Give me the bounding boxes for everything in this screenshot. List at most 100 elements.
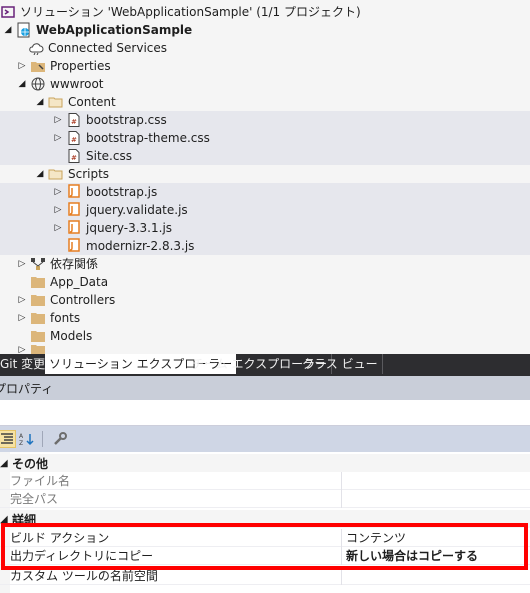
property-row-full-path[interactable]: 完全パス	[0, 490, 530, 508]
tree-item-label: Site.css	[86, 149, 132, 163]
property-value[interactable]	[346, 472, 530, 490]
tree-item-bootstrap-css[interactable]: ▷ # bootstrap.css	[0, 111, 530, 129]
svg-text:#: #	[71, 154, 77, 162]
tree-item-label: Models	[50, 329, 93, 343]
js-file-icon	[66, 202, 82, 218]
tree-item-label: bootstrap.css	[86, 113, 167, 127]
tree-item-label: wwwroot	[50, 77, 104, 91]
css-file-icon: #	[66, 112, 82, 128]
collapsed-arrow-icon[interactable]: ▷	[52, 111, 64, 129]
tree-item-label: jquery-3.3.1.js	[86, 221, 173, 235]
tree-item-label: jquery.validate.js	[86, 203, 188, 217]
property-value[interactable]	[346, 490, 530, 508]
tree-item-bootstrap-theme-css[interactable]: ▷ # bootstrap-theme.css	[0, 129, 530, 147]
tree-item-controllers[interactable]: ▷ Controllers	[0, 291, 530, 309]
js-file-icon	[66, 220, 82, 236]
css-file-icon: #	[66, 148, 82, 164]
tab-class-view[interactable]: クラス ビュー	[298, 354, 383, 374]
solution-title: ソリューション 'WebApplicationSample' (1/1 プロジェ…	[20, 5, 361, 19]
tree-item-properties[interactable]: ▷ Properties	[0, 57, 530, 75]
property-row-file-name[interactable]: ファイル名	[0, 472, 530, 490]
collapsed-arrow-icon[interactable]: ▷	[52, 219, 64, 237]
toolbar-separator	[42, 431, 43, 447]
expanded-arrow-icon[interactable]: ◢	[16, 75, 28, 93]
alphabetical-icon[interactable]: AZ	[18, 430, 36, 448]
tree-item-label: App_Data	[50, 275, 109, 289]
tree-item-label: Controllers	[50, 293, 116, 307]
collapsed-arrow-icon[interactable]: ▷	[52, 183, 64, 201]
folder-icon	[30, 345, 46, 354]
folder-icon	[30, 310, 46, 326]
property-name: カスタム ツールの名前空間	[10, 567, 342, 585]
tree-item-label: modernizr-2.8.3.js	[86, 239, 195, 253]
tree-item-connected-services[interactable]: Connected Services	[0, 39, 530, 57]
folder-icon	[30, 328, 46, 344]
wrench-folder-icon	[30, 58, 46, 74]
tool-window-tabs: Git 変更 ソリューション エクスプローラー チーム エクスプローラー クラス…	[0, 354, 530, 376]
open-folder-icon	[48, 166, 64, 182]
category-label: 詳細	[12, 512, 37, 527]
property-row-clipped	[0, 585, 530, 593]
solution-explorer-tree: ソリューション 'WebApplicationSample' (1/1 プロジェ…	[0, 0, 530, 354]
property-name: 出力ディレクトリにコピー	[10, 547, 342, 565]
tree-item-label: Content	[68, 95, 116, 109]
category-misc[interactable]: ◢ その他	[0, 454, 530, 472]
wrench-icon[interactable]	[51, 430, 69, 448]
js-file-icon	[66, 184, 82, 200]
project-node[interactable]: ◢ WebApplicationSample	[0, 21, 530, 39]
collapsed-arrow-icon[interactable]: ▷	[16, 57, 28, 75]
svg-text:#: #	[71, 118, 77, 126]
property-grid: ◢ その他 ファイル名 完全パス ◢ 詳細 ビルド アクション コンテンツ 出力…	[0, 452, 530, 593]
tree-item-jquery-js[interactable]: ▷ jquery-3.3.1.js	[0, 219, 530, 237]
property-row-build-action[interactable]: ビルド アクション コンテンツ	[0, 529, 530, 547]
js-file-icon	[66, 238, 82, 254]
tree-item-wwwroot[interactable]: ◢ wwwroot	[0, 75, 530, 93]
property-name: 完全パス	[10, 490, 342, 508]
collapsed-arrow-icon[interactable]: ▷	[52, 201, 64, 219]
solution-node[interactable]: ソリューション 'WebApplicationSample' (1/1 プロジェ…	[0, 3, 530, 21]
collapsed-arrow-icon: ▷	[18, 345, 26, 354]
collapsed-arrow-icon[interactable]: ▷	[52, 129, 64, 147]
tree-item-models[interactable]: Models	[0, 327, 530, 345]
expanded-arrow-icon[interactable]: ◢	[2, 21, 14, 39]
tree-item-fonts[interactable]: ▷ fonts	[0, 309, 530, 327]
property-value[interactable]: コンテンツ	[346, 529, 530, 547]
project-name: WebApplicationSample	[36, 23, 193, 37]
property-name: ビルド アクション	[10, 529, 342, 547]
globe-icon	[30, 76, 46, 92]
css-file-icon: #	[66, 130, 82, 146]
svg-text:A: A	[19, 433, 24, 440]
categorized-icon[interactable]	[0, 430, 16, 448]
collapsed-arrow-icon[interactable]: ▷	[16, 255, 28, 273]
tree-item-label: bootstrap-theme.css	[86, 131, 210, 145]
collapse-icon[interactable]: ◢	[0, 458, 10, 469]
collapsed-arrow-icon[interactable]: ▷	[16, 291, 28, 309]
property-row-custom-tool-ns[interactable]: カスタム ツールの名前空間	[0, 567, 530, 585]
tree-item-dependencies[interactable]: ▷ 依存関係	[0, 255, 530, 273]
properties-object-selector[interactable]	[0, 400, 530, 426]
collapse-icon[interactable]: ◢	[0, 514, 10, 525]
collapsed-arrow-icon[interactable]: ▷	[16, 309, 28, 327]
tree-item-clipped: ▷	[0, 345, 530, 354]
category-detail[interactable]: ◢ 詳細	[0, 510, 530, 528]
tree-item-app-data[interactable]: App_Data	[0, 273, 530, 291]
tree-item-label: bootstrap.js	[86, 185, 158, 199]
property-value[interactable]: 新しい場合はコピーする	[346, 547, 530, 565]
properties-title-bar: プロパティ	[0, 376, 530, 400]
svg-text:Z: Z	[19, 440, 23, 446]
tree-item-site-css[interactable]: # Site.css	[0, 147, 530, 165]
tree-item-scripts-folder[interactable]: ◢ Scripts	[0, 165, 530, 183]
folder-icon	[30, 274, 46, 290]
tree-item-jquery-validate-js[interactable]: ▷ jquery.validate.js	[0, 201, 530, 219]
tree-item-content-folder[interactable]: ◢ Content	[0, 93, 530, 111]
expanded-arrow-icon[interactable]: ◢	[34, 93, 46, 111]
svg-text:#: #	[71, 136, 77, 144]
property-row-copy-to-output[interactable]: 出力ディレクトリにコピー 新しい場合はコピーする	[0, 547, 530, 565]
property-name: ファイル名	[10, 472, 342, 490]
tree-item-bootstrap-js[interactable]: ▷ bootstrap.js	[0, 183, 530, 201]
tab-git-changes[interactable]: Git 変更	[0, 354, 51, 374]
expanded-arrow-icon[interactable]: ◢	[34, 165, 46, 183]
property-value[interactable]	[346, 567, 530, 585]
tree-item-modernizr-js[interactable]: modernizr-2.8.3.js	[0, 237, 530, 255]
tree-item-label: Scripts	[68, 167, 110, 181]
